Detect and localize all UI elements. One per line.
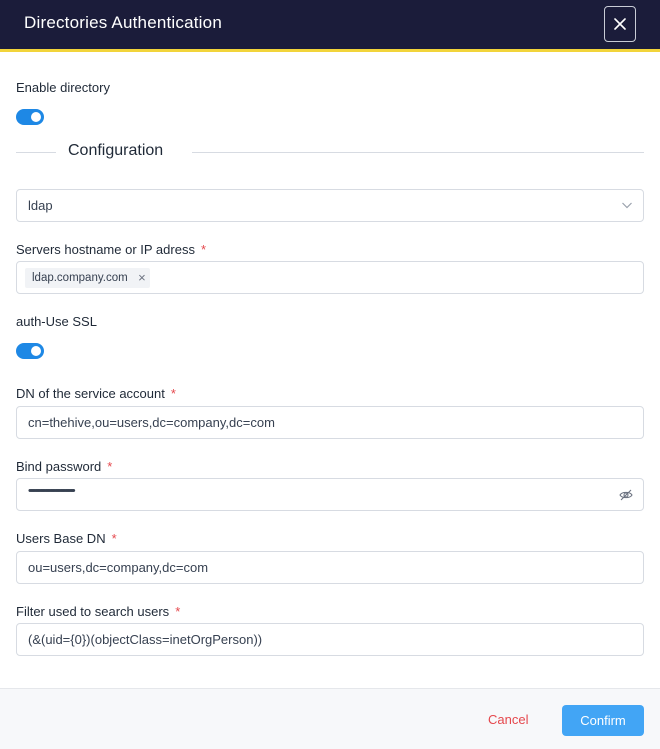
server-tag: ldap.company.com × — [25, 268, 150, 288]
servers-tags-input[interactable]: ldap.company.com × — [16, 261, 644, 294]
chevron-down-icon — [622, 202, 632, 209]
enable-directory-label: Enable directory — [16, 80, 110, 95]
search-filter-label: Filter used to search users * — [16, 604, 180, 619]
service-account-value: cn=thehive,ou=users,dc=company,dc=com — [28, 415, 275, 430]
section-divider: Configuration — [16, 142, 644, 162]
search-filter-value: (&(uid={0})(objectClass=inetOrgPerson)) — [28, 632, 263, 647]
eye-off-icon[interactable] — [619, 488, 633, 502]
required-mark: * — [111, 531, 117, 546]
users-base-dn-label-text: Users Base DN — [16, 531, 106, 546]
search-filter-input[interactable]: (&(uid={0})(objectClass=inetOrgPerson)) — [16, 623, 644, 656]
required-mark: * — [200, 242, 207, 257]
tag-remove-icon[interactable]: × — [138, 268, 146, 288]
servers-label: Servers hostname or IP adress * — [16, 242, 206, 257]
users-base-dn-label: Users Base DN * — [16, 531, 117, 546]
close-button[interactable] — [604, 6, 636, 42]
provider-select-value: ldap — [28, 198, 53, 213]
close-icon — [614, 18, 626, 30]
divider-line — [192, 152, 644, 153]
enable-directory-toggle[interactable] — [16, 109, 44, 125]
required-mark: * — [107, 459, 113, 474]
provider-select[interactable]: ldap — [16, 189, 644, 222]
service-account-input[interactable]: cn=thehive,ou=users,dc=company,dc=com — [16, 406, 644, 439]
server-tag-label: ldap.company.com — [32, 272, 128, 284]
bind-password-value: •••••••••••••••••••••••••••••••••••• — [28, 485, 76, 497]
bind-password-input[interactable]: •••••••••••••••••••••••••••••••••••• — [16, 478, 644, 511]
cancel-button[interactable]: Cancel — [480, 705, 536, 735]
required-mark: * — [175, 604, 181, 619]
servers-label-text: Servers hostname or IP adress — [16, 242, 195, 257]
divider-line — [16, 152, 56, 153]
search-filter-label-text: Filter used to search users — [16, 604, 170, 619]
service-account-label-text: DN of the service account — [16, 386, 165, 401]
use-ssl-toggle[interactable] — [16, 343, 44, 359]
required-mark: * — [170, 386, 176, 401]
dialog-title: Directories Authentication — [24, 13, 222, 32]
confirm-button[interactable]: Confirm — [562, 705, 644, 736]
dialog-header: Directories Authentication — [0, 0, 660, 52]
users-base-dn-value: ou=users,dc=company,dc=com — [28, 560, 209, 575]
toggle-knob — [31, 346, 41, 356]
service-account-label: DN of the service account * — [16, 386, 176, 401]
bind-password-label: Bind password * — [16, 459, 112, 474]
dialog-footer: Cancel Confirm — [0, 688, 660, 749]
use-ssl-label: auth-Use SSL — [16, 314, 97, 329]
bind-password-label-text: Bind password — [16, 459, 102, 474]
users-base-dn-input[interactable]: ou=users,dc=company,dc=com — [16, 551, 644, 584]
section-title: Configuration — [68, 142, 164, 159]
toggle-knob — [31, 112, 41, 122]
